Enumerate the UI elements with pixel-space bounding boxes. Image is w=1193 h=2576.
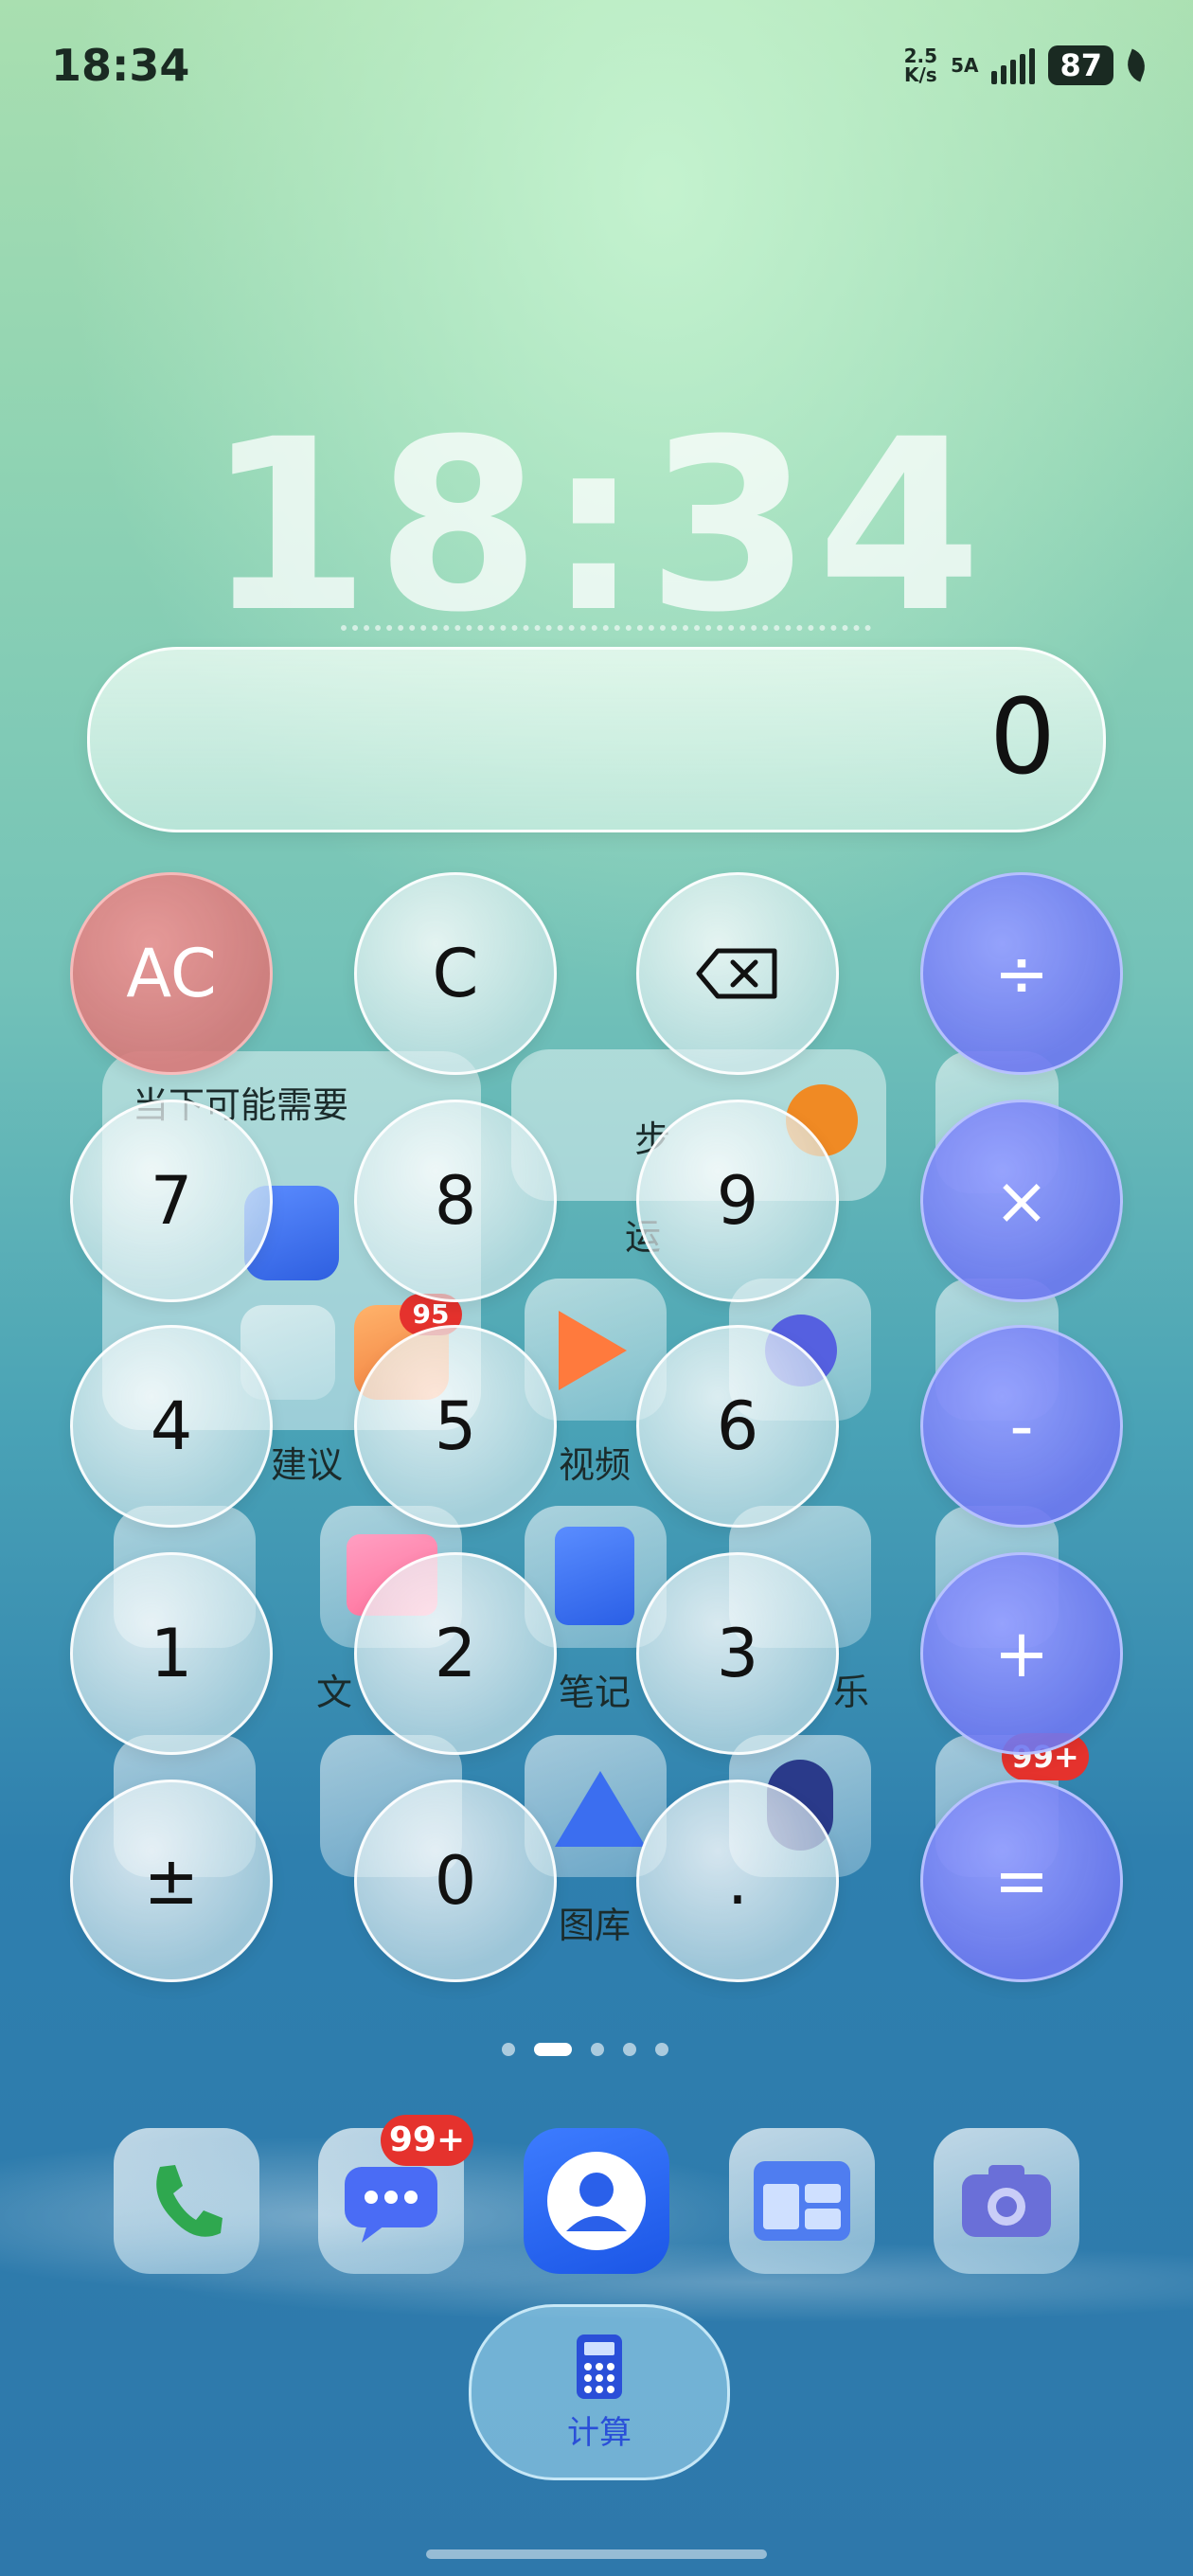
floating-app-label: 计算 — [567, 2413, 632, 2452]
divide-button[interactable]: ÷ — [920, 872, 1123, 1075]
page-dot-active — [534, 2043, 572, 2056]
app-label: 文 — [316, 1672, 353, 1713]
app-label: 视频 — [559, 1444, 632, 1486]
backspace-button[interactable] — [636, 872, 839, 1075]
plus-button[interactable]: + — [920, 1552, 1123, 1755]
digit-0-button[interactable]: 0 — [354, 1780, 557, 1982]
digit-4-button[interactable]: 4 — [70, 1325, 273, 1528]
clear-button[interactable]: C — [354, 872, 557, 1075]
network-type: 5A — [951, 54, 979, 77]
digit-8-button[interactable]: 8 — [354, 1100, 557, 1302]
app-label: 笔记 — [559, 1672, 632, 1713]
floating-calculator-bubble[interactable]: 计算 — [469, 2304, 730, 2480]
play-icon — [559, 1311, 627, 1390]
digit-1-button[interactable]: 1 — [70, 1552, 273, 1755]
all-clear-button[interactable]: AC — [70, 872, 273, 1075]
page-dot — [623, 2043, 636, 2056]
display-value: 0 — [989, 676, 1056, 797]
notepad-icon — [555, 1527, 634, 1625]
page-dot — [655, 2043, 668, 2056]
phone-app-icon[interactable] — [114, 2128, 259, 2274]
sign-toggle-button[interactable]: ± — [70, 1780, 273, 1982]
digit-5-button[interactable]: 5 — [354, 1325, 557, 1528]
backspace-icon — [696, 948, 777, 999]
messages-badge: 99+ — [381, 2115, 473, 2166]
calculator-display: 0 — [87, 647, 1106, 832]
window-icon — [754, 2161, 850, 2241]
page-indicator — [502, 2043, 668, 2056]
digit-3-button[interactable]: 3 — [636, 1552, 839, 1755]
battery-indicator: 87 — [1048, 45, 1113, 85]
lock-clock: 18:34 — [205, 388, 988, 664]
digit-6-button[interactable]: 6 — [636, 1325, 839, 1528]
status-icons: 2.5 K/s 5A 87 — [903, 45, 1150, 86]
mountain-icon — [555, 1771, 646, 1847]
signal-icon — [991, 46, 1036, 84]
app-label: 图库 — [559, 1905, 632, 1946]
browser-app-icon[interactable] — [729, 2128, 875, 2274]
phone-icon — [156, 2165, 223, 2237]
calculator-icon — [577, 2334, 622, 2399]
chat-bubble-icon — [345, 2167, 437, 2243]
camera-icon — [962, 2165, 1051, 2237]
app-label: 建议 — [271, 1444, 344, 1486]
contacts-app-icon[interactable] — [524, 2128, 669, 2274]
page-dot — [502, 2043, 515, 2056]
eco-leaf-icon — [1122, 48, 1150, 82]
page-dot — [591, 2043, 604, 2056]
person-icon — [547, 2152, 646, 2250]
camera-app-icon[interactable] — [934, 2128, 1079, 2274]
app-label: 乐 — [833, 1672, 870, 1713]
minus-button[interactable]: - — [920, 1325, 1123, 1528]
digit-7-button[interactable]: 7 — [70, 1100, 273, 1302]
digit-2-button[interactable]: 2 — [354, 1552, 557, 1755]
digit-9-button[interactable]: 9 — [636, 1100, 839, 1302]
status-time: 18:34 — [51, 40, 190, 91]
net-speed: 2.5 K/s — [903, 45, 938, 86]
multiply-button[interactable]: × — [920, 1100, 1123, 1302]
decimal-point-button[interactable]: . — [636, 1780, 839, 1982]
home-indicator[interactable] — [426, 2549, 767, 2559]
equals-button[interactable]: = — [920, 1780, 1123, 1982]
